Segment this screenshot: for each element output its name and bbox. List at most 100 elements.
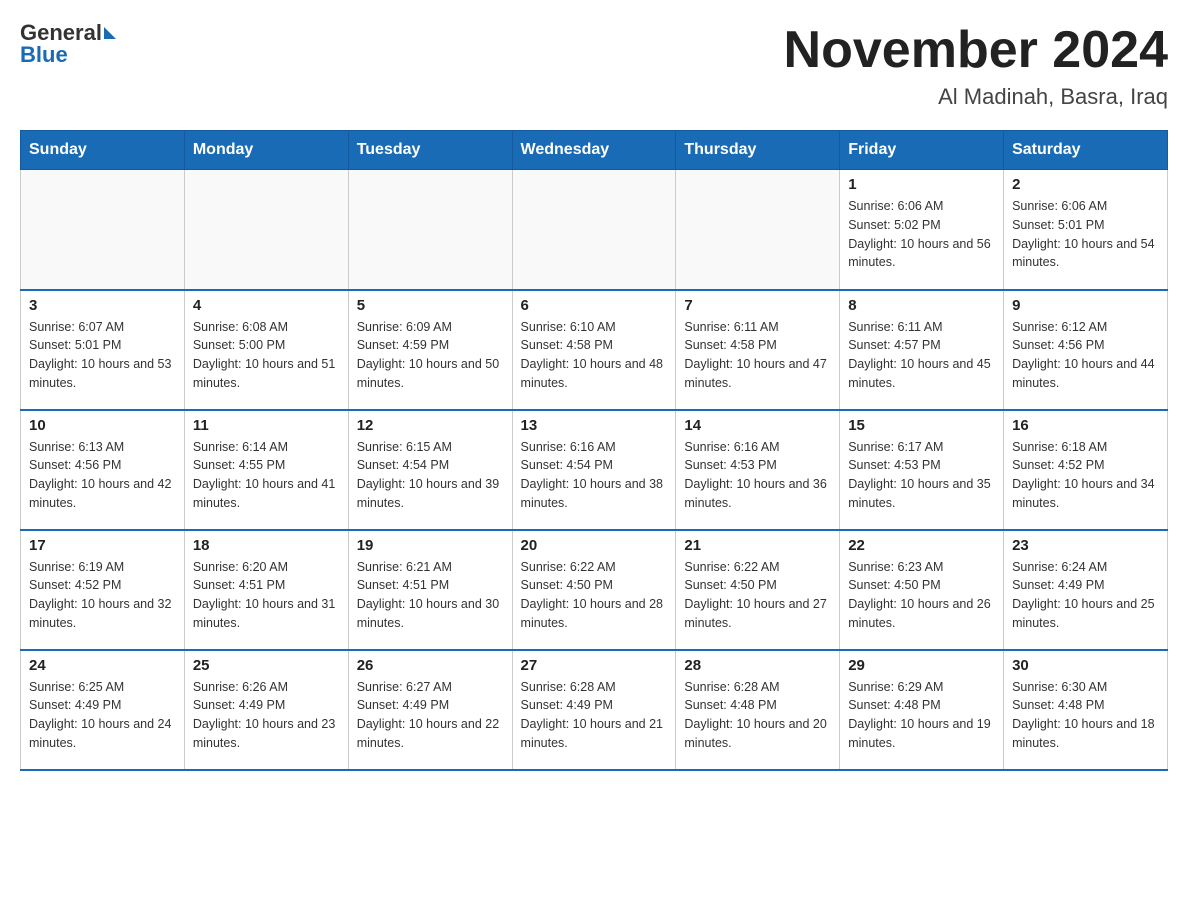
day-info: Sunrise: 6:18 AMSunset: 4:52 PMDaylight:…	[1012, 438, 1159, 513]
day-number: 25	[193, 657, 340, 674]
day-info: Sunrise: 6:20 AMSunset: 4:51 PMDaylight:…	[193, 558, 340, 633]
day-number: 4	[193, 297, 340, 314]
day-number: 15	[848, 417, 995, 434]
day-cell: 22 Sunrise: 6:23 AMSunset: 4:50 PMDayligh…	[840, 530, 1004, 650]
day-cell: 7 Sunrise: 6:11 AMSunset: 4:58 PMDaylight…	[676, 290, 840, 410]
day-info: Sunrise: 6:23 AMSunset: 4:50 PMDaylight:…	[848, 558, 995, 633]
day-info: Sunrise: 6:29 AMSunset: 4:48 PMDaylight:…	[848, 678, 995, 753]
day-cell: 8 Sunrise: 6:11 AMSunset: 4:57 PMDaylight…	[840, 290, 1004, 410]
day-info: Sunrise: 6:14 AMSunset: 4:55 PMDaylight:…	[193, 438, 340, 513]
day-number: 3	[29, 297, 176, 314]
week-row-4: 17 Sunrise: 6:19 AMSunset: 4:52 PMDayligh…	[21, 530, 1168, 650]
day-number: 1	[848, 176, 995, 193]
day-info: Sunrise: 6:15 AMSunset: 4:54 PMDaylight:…	[357, 438, 504, 513]
day-cell	[21, 170, 185, 290]
day-cell: 25 Sunrise: 6:26 AMSunset: 4:49 PMDayligh…	[184, 650, 348, 770]
calendar-body: 1 Sunrise: 6:06 AMSunset: 5:02 PMDaylight…	[21, 170, 1168, 770]
day-cell: 17 Sunrise: 6:19 AMSunset: 4:52 PMDayligh…	[21, 530, 185, 650]
day-cell: 11 Sunrise: 6:14 AMSunset: 4:55 PMDayligh…	[184, 410, 348, 530]
day-cell: 18 Sunrise: 6:20 AMSunset: 4:51 PMDayligh…	[184, 530, 348, 650]
day-cell: 9Sunrise: 6:12 AMSunset: 4:56 PMDaylight…	[1004, 290, 1168, 410]
day-cell: 6 Sunrise: 6:10 AMSunset: 4:58 PMDaylight…	[512, 290, 676, 410]
day-number: 23	[1012, 537, 1159, 554]
day-cell: 21Sunrise: 6:22 AMSunset: 4:50 PMDayligh…	[676, 530, 840, 650]
weekday-header-saturday: Saturday	[1004, 131, 1168, 170]
day-number: 24	[29, 657, 176, 674]
day-cell: 19 Sunrise: 6:21 AMSunset: 4:51 PMDayligh…	[348, 530, 512, 650]
day-cell	[348, 170, 512, 290]
day-cell: 4 Sunrise: 6:08 AMSunset: 5:00 PMDaylight…	[184, 290, 348, 410]
day-number: 10	[29, 417, 176, 434]
logo: General Blue	[20, 20, 116, 68]
day-info: Sunrise: 6:06 AMSunset: 5:01 PMDaylight:…	[1012, 197, 1159, 272]
day-info: Sunrise: 6:28 AMSunset: 4:49 PMDaylight:…	[521, 678, 668, 753]
day-number: 28	[684, 657, 831, 674]
day-info: Sunrise: 6:21 AMSunset: 4:51 PMDaylight:…	[357, 558, 504, 633]
week-row-2: 3Sunrise: 6:07 AMSunset: 5:01 PMDaylight…	[21, 290, 1168, 410]
day-cell: 12 Sunrise: 6:15 AMSunset: 4:54 PMDayligh…	[348, 410, 512, 530]
day-number: 26	[357, 657, 504, 674]
day-number: 16	[1012, 417, 1159, 434]
day-cell: 15 Sunrise: 6:17 AMSunset: 4:53 PMDayligh…	[840, 410, 1004, 530]
week-row-3: 10 Sunrise: 6:13 AMSunset: 4:56 PMDayligh…	[21, 410, 1168, 530]
weekday-header-sunday: Sunday	[21, 131, 185, 170]
day-info: Sunrise: 6:26 AMSunset: 4:49 PMDaylight:…	[193, 678, 340, 753]
day-cell	[676, 170, 840, 290]
logo-triangle-icon	[104, 27, 116, 39]
day-cell: 20Sunrise: 6:22 AMSunset: 4:50 PMDayligh…	[512, 530, 676, 650]
day-info: Sunrise: 6:19 AMSunset: 4:52 PMDaylight:…	[29, 558, 176, 633]
day-cell: 10 Sunrise: 6:13 AMSunset: 4:56 PMDayligh…	[21, 410, 185, 530]
day-number: 12	[357, 417, 504, 434]
day-info: Sunrise: 6:22 AMSunset: 4:50 PMDaylight:…	[684, 558, 831, 633]
calendar-header: SundayMondayTuesdayWednesdayThursdayFrid…	[21, 131, 1168, 170]
day-number: 5	[357, 297, 504, 314]
day-info: Sunrise: 6:10 AMSunset: 4:58 PMDaylight:…	[521, 318, 668, 393]
day-number: 11	[193, 417, 340, 434]
day-number: 6	[521, 297, 668, 314]
day-number: 30	[1012, 657, 1159, 674]
weekday-header-thursday: Thursday	[676, 131, 840, 170]
weekday-header-tuesday: Tuesday	[348, 131, 512, 170]
day-number: 8	[848, 297, 995, 314]
day-number: 17	[29, 537, 176, 554]
week-row-5: 24Sunrise: 6:25 AMSunset: 4:49 PMDayligh…	[21, 650, 1168, 770]
day-cell: 24Sunrise: 6:25 AMSunset: 4:49 PMDayligh…	[21, 650, 185, 770]
day-info: Sunrise: 6:13 AMSunset: 4:56 PMDaylight:…	[29, 438, 176, 513]
day-number: 13	[521, 417, 668, 434]
day-number: 9	[1012, 297, 1159, 314]
title-area: November 2024 Al Madinah, Basra, Iraq	[784, 20, 1168, 110]
day-info: Sunrise: 6:11 AMSunset: 4:58 PMDaylight:…	[684, 318, 831, 393]
day-number: 2	[1012, 176, 1159, 193]
day-number: 18	[193, 537, 340, 554]
day-cell	[184, 170, 348, 290]
page-header: General Blue November 2024 Al Madinah, B…	[20, 20, 1168, 110]
weekday-row: SundayMondayTuesdayWednesdayThursdayFrid…	[21, 131, 1168, 170]
week-row-1: 1 Sunrise: 6:06 AMSunset: 5:02 PMDaylight…	[21, 170, 1168, 290]
day-cell: 23Sunrise: 6:24 AMSunset: 4:49 PMDayligh…	[1004, 530, 1168, 650]
day-info: Sunrise: 6:06 AMSunset: 5:02 PMDaylight:…	[848, 197, 995, 272]
day-number: 27	[521, 657, 668, 674]
day-info: Sunrise: 6:27 AMSunset: 4:49 PMDaylight:…	[357, 678, 504, 753]
weekday-header-wednesday: Wednesday	[512, 131, 676, 170]
day-cell: 30Sunrise: 6:30 AMSunset: 4:48 PMDayligh…	[1004, 650, 1168, 770]
month-title: November 2024	[784, 20, 1168, 80]
day-info: Sunrise: 6:17 AMSunset: 4:53 PMDaylight:…	[848, 438, 995, 513]
day-number: 20	[521, 537, 668, 554]
day-info: Sunrise: 6:08 AMSunset: 5:00 PMDaylight:…	[193, 318, 340, 393]
day-cell: 29 Sunrise: 6:29 AMSunset: 4:48 PMDayligh…	[840, 650, 1004, 770]
day-number: 29	[848, 657, 995, 674]
day-info: Sunrise: 6:16 AMSunset: 4:53 PMDaylight:…	[684, 438, 831, 513]
day-info: Sunrise: 6:28 AMSunset: 4:48 PMDaylight:…	[684, 678, 831, 753]
day-cell: 14 Sunrise: 6:16 AMSunset: 4:53 PMDayligh…	[676, 410, 840, 530]
day-cell: 16 Sunrise: 6:18 AMSunset: 4:52 PMDayligh…	[1004, 410, 1168, 530]
day-number: 22	[848, 537, 995, 554]
weekday-header-monday: Monday	[184, 131, 348, 170]
day-info: Sunrise: 6:11 AMSunset: 4:57 PMDaylight:…	[848, 318, 995, 393]
day-number: 19	[357, 537, 504, 554]
calendar-table: SundayMondayTuesdayWednesdayThursdayFrid…	[20, 130, 1168, 771]
day-cell: 27 Sunrise: 6:28 AMSunset: 4:49 PMDayligh…	[512, 650, 676, 770]
day-cell: 13Sunrise: 6:16 AMSunset: 4:54 PMDayligh…	[512, 410, 676, 530]
day-cell: 5Sunrise: 6:09 AMSunset: 4:59 PMDaylight…	[348, 290, 512, 410]
day-number: 7	[684, 297, 831, 314]
day-number: 14	[684, 417, 831, 434]
